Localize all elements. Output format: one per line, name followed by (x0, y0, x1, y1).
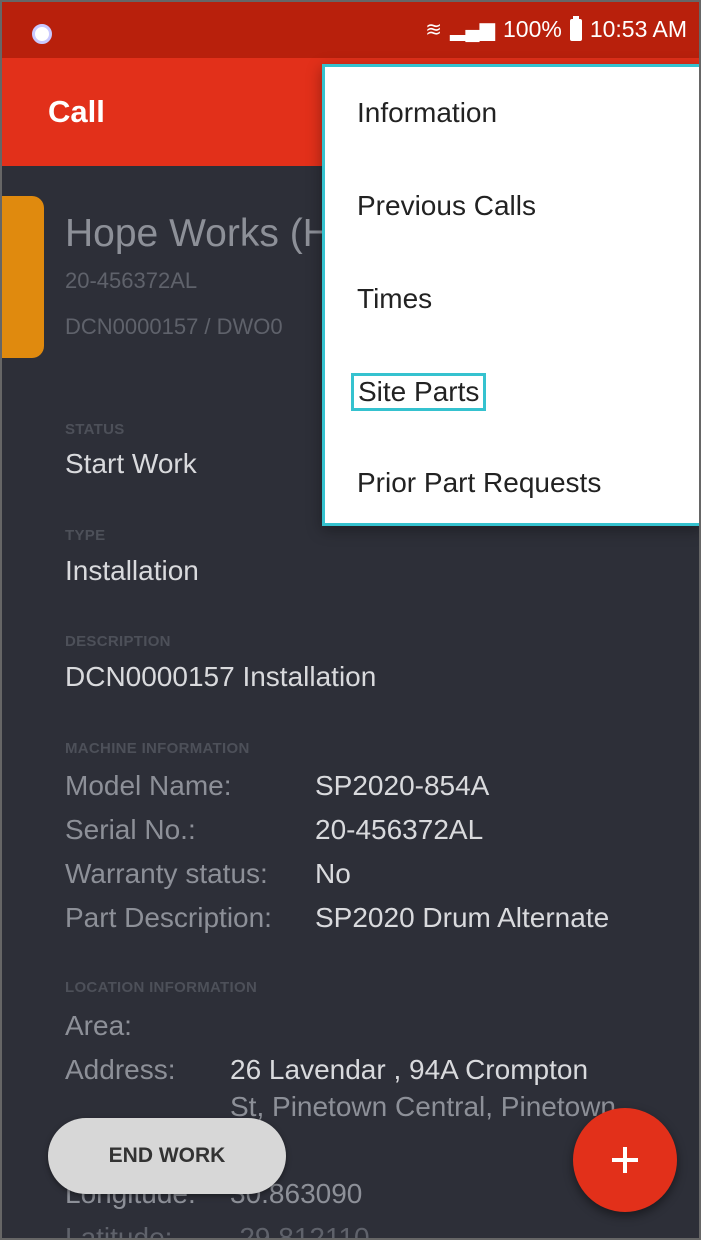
part-description-key: Part Description: (65, 902, 272, 933)
warranty-key: Warranty status: (65, 858, 268, 889)
plus-icon (612, 1147, 638, 1173)
menu-item-previous-calls[interactable]: Previous Calls (357, 190, 536, 222)
menu-item-times[interactable]: Times (357, 283, 432, 315)
type-label: TYPE (65, 527, 106, 544)
description-label: DESCRIPTION (65, 633, 171, 650)
battery-icon (569, 15, 582, 41)
menu-item-prior-part-requests[interactable]: Prior Part Requests (357, 467, 601, 499)
area-key: Area: (65, 1010, 132, 1041)
description-value: DCN0000157 Installation (65, 661, 377, 692)
address-line1: 26 Lavendar , 94A Crompton (230, 1054, 589, 1085)
serial-no-key: Serial No.: (65, 814, 196, 845)
battery-percent: 100% (502, 16, 562, 42)
status-bar: ≋ ▂▄▆ 100% 10:53 AM (2, 2, 699, 58)
page-title: Call (48, 94, 105, 129)
type-value: Installation (65, 555, 199, 586)
site-serial: 20-456372AL (65, 268, 198, 293)
site-name: Hope Works (HC (65, 212, 360, 255)
part-description-value: SP2020 Drum Alternate (315, 902, 610, 933)
location-info-label: LOCATION INFORMATION (65, 979, 258, 996)
address-line2: St, Pinetown Central, Pinetown (230, 1091, 616, 1122)
menu-item-information[interactable]: Information (357, 97, 497, 129)
latitude-key: Latitude: (65, 1222, 173, 1240)
address-key: Address: (65, 1054, 176, 1085)
wifi-icon: ≋ (425, 19, 443, 41)
status-value: Start Work (65, 448, 197, 479)
warranty-value: No (315, 858, 351, 889)
model-name-value: SP2020-854A (315, 770, 490, 801)
site-refs: DCN0000157 / DWO0 (65, 314, 283, 339)
notification-app-icon (32, 24, 52, 44)
overflow-menu: Information Previous Calls Times Site Pa… (322, 64, 699, 526)
signal-icon: ▂▄▆ (450, 19, 495, 41)
priority-indicator (2, 196, 44, 358)
clock: 10:53 AM (589, 16, 687, 42)
add-button[interactable] (573, 1108, 677, 1212)
machine-info-label: MACHINE INFORMATION (65, 740, 250, 757)
screen: ≋ ▂▄▆ 100% 10:53 AM Call Hope Works (HC … (0, 0, 701, 1240)
status-icons: ≋ ▂▄▆ 100% 10:53 AM (425, 15, 687, 43)
end-work-button[interactable]: END WORK (48, 1118, 286, 1194)
menu-item-site-parts[interactable]: Site Parts (351, 373, 487, 411)
latitude-value: -29.812110 (230, 1222, 370, 1240)
serial-no-value: 20-456372AL (315, 814, 484, 845)
status-label: STATUS (65, 421, 125, 438)
model-name-key: Model Name: (65, 770, 232, 801)
